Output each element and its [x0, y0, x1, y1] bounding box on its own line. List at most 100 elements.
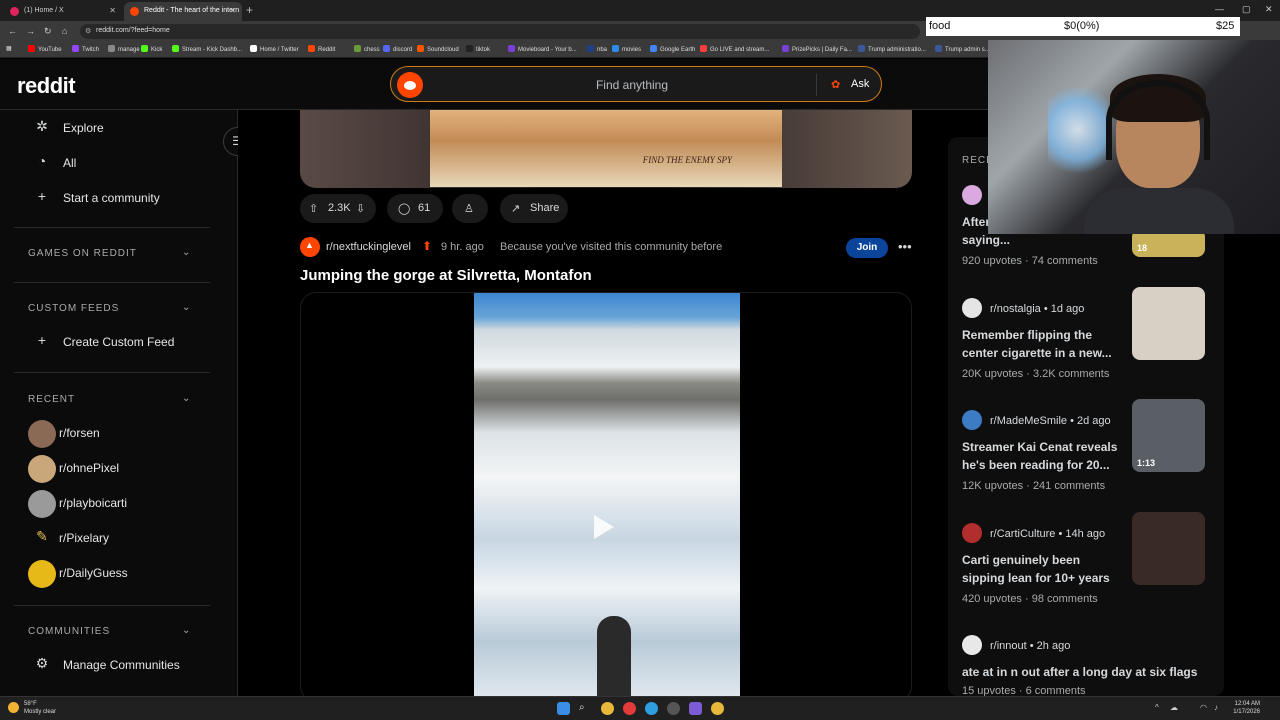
- join-button[interactable]: Join: [846, 238, 888, 258]
- chrome-icon[interactable]: [711, 702, 724, 715]
- reddit-logo[interactable]: reddit: [17, 73, 76, 99]
- more-options-icon[interactable]: •••: [898, 239, 912, 254]
- recent-post-card[interactable]: r/nostalgia • 1d ago Remember flipping t…: [948, 287, 1224, 410]
- play-icon[interactable]: [594, 515, 614, 539]
- apps-icon[interactable]: ▦: [6, 45, 12, 52]
- bookmark-favicon-icon: [172, 45, 179, 52]
- award-button[interactable]: ♙: [452, 194, 488, 223]
- bookmark-item[interactable]: YouTube: [28, 45, 62, 53]
- bookmark-item[interactable]: movies: [612, 45, 641, 53]
- close-icon[interactable]: ✕: [109, 6, 116, 15]
- forward-icon[interactable]: →: [26, 26, 35, 36]
- bookmark-item[interactable]: tiktok: [466, 45, 490, 53]
- avatar: [962, 523, 982, 543]
- bookmark-item[interactable]: Reddit: [308, 45, 335, 53]
- start-icon[interactable]: [557, 702, 570, 715]
- url-input[interactable]: ⚙ reddit.com/?feed=home: [80, 24, 920, 39]
- bookmark-item[interactable]: chess: [354, 45, 380, 53]
- bookmark-item[interactable]: Kick: [141, 45, 162, 53]
- bookmark-item[interactable]: Google Earth: [650, 45, 695, 53]
- tab-x-home[interactable]: (1) Home / X ✕: [4, 2, 122, 21]
- bookmark-item[interactable]: Movieboard - Your b...: [508, 45, 577, 53]
- bookmark-item[interactable]: PrizePicks | Daily Fa...: [782, 45, 852, 53]
- minimize-icon[interactable]: —: [1215, 4, 1224, 14]
- chevron-down-icon[interactable]: ⌄: [182, 393, 190, 404]
- post-media-carousel[interactable]: FIND THE ENEMY SPY: [300, 110, 912, 188]
- bookmark-item[interactable]: Stream - Kick Dashb...: [172, 45, 242, 53]
- new-tab-button[interactable]: +: [246, 3, 253, 17]
- system-clock[interactable]: 12:04 AM 1/17/2026: [1232, 700, 1260, 716]
- recent-post-stats: 12K upvotes · 241 comments: [962, 480, 1106, 492]
- post-title[interactable]: Jumping the gorge at Silvretta, Montafon: [300, 267, 592, 284]
- share-button[interactable]: ↗ Share: [500, 194, 568, 223]
- ask-button[interactable]: Ask: [851, 78, 869, 90]
- avatar: [28, 490, 56, 518]
- section-games-on-reddit[interactable]: GAMES ON REDDIT: [28, 248, 137, 259]
- snowboard: [597, 616, 631, 696]
- answers-icon[interactable]: ✿: [831, 78, 840, 91]
- back-icon[interactable]: ←: [8, 26, 17, 36]
- post-meta: r/nextfuckinglevel ⬆ 9 hr. ago Because y…: [300, 236, 912, 260]
- avatar: [28, 455, 56, 483]
- bookmark-favicon-icon: [508, 45, 515, 52]
- bookmark-favicon-icon: [650, 45, 657, 52]
- bookmark-favicon-icon: [250, 45, 257, 52]
- close-icon[interactable]: ✕: [229, 6, 236, 15]
- bookmark-item[interactable]: Soundcloud: [417, 45, 459, 53]
- avatar: [962, 635, 982, 655]
- downvote-icon[interactable]: ⇩: [356, 202, 365, 215]
- comments-button[interactable]: ◯ 61: [387, 194, 443, 223]
- reload-icon[interactable]: ↻: [44, 26, 52, 37]
- app-icon[interactable]: [667, 702, 680, 715]
- recent-post-card[interactable]: r/innout • 2h ago ate at in n out after …: [948, 635, 1224, 696]
- maximize-icon[interactable]: ▢: [1242, 4, 1251, 15]
- bookmark-item[interactable]: Home / Twitter: [250, 45, 299, 53]
- tab-reddit[interactable]: Reddit - The heart of the intern ✕: [124, 2, 242, 21]
- section-custom-feeds[interactable]: CUSTOM FEEDS: [28, 303, 119, 314]
- search-icon[interactable]: ⌕: [579, 702, 592, 715]
- site-info-icon[interactable]: ⚙: [85, 27, 91, 35]
- wifi-icon[interactable]: ◠: [1200, 703, 1207, 712]
- home-icon[interactable]: ⌂: [62, 26, 67, 36]
- subreddit-avatar[interactable]: [300, 237, 320, 257]
- discord-icon[interactable]: [689, 702, 702, 715]
- recent-post-stats: 420 upvotes · 98 comments: [962, 593, 1098, 605]
- close-window-icon[interactable]: ✕: [1265, 4, 1273, 15]
- clock-date: 1/17/2026: [1233, 709, 1260, 715]
- explore-icon: ✲: [36, 118, 48, 134]
- bookmark-favicon-icon: [308, 45, 315, 52]
- sidebar-item-label: r/DailyGuess: [59, 566, 128, 580]
- video-player[interactable]: [300, 292, 912, 696]
- chevron-up-icon[interactable]: ^: [1155, 703, 1159, 712]
- chevron-down-icon[interactable]: ⌄: [182, 302, 190, 313]
- webcam-overlay: [988, 40, 1280, 234]
- search-input[interactable]: Find anything ✿ Ask: [390, 66, 882, 102]
- subreddit-link[interactable]: r/nextfuckinglevel: [326, 241, 411, 253]
- bookmark-favicon-icon: [108, 45, 115, 52]
- media-icon[interactable]: [623, 702, 636, 715]
- volume-icon[interactable]: ♪: [1214, 703, 1218, 712]
- bookmark-item[interactable]: Trump admin s...: [935, 45, 990, 53]
- section-recent[interactable]: RECENT: [28, 394, 75, 405]
- edge-icon[interactable]: [645, 702, 658, 715]
- network-icon[interactable]: ☁: [1170, 703, 1178, 712]
- bookmark-item[interactable]: Twitch: [72, 45, 99, 53]
- bookmark-item[interactable]: discord: [383, 45, 412, 53]
- chrome-icon[interactable]: [601, 702, 614, 715]
- upvote-icon[interactable]: ⇧: [309, 202, 318, 215]
- bookmark-item[interactable]: Trump administratio...: [858, 45, 926, 53]
- bookmark-label: manage: [118, 47, 140, 53]
- recent-post-stats: 20K upvotes · 3.2K comments: [962, 368, 1110, 380]
- bookmark-item[interactable]: Go LIVE and stream...: [700, 45, 769, 53]
- chevron-down-icon[interactable]: ⌄: [182, 625, 190, 636]
- chevron-down-icon[interactable]: ⌄: [182, 247, 190, 258]
- weather-widget[interactable]: 58°F Mostly clear: [8, 700, 56, 716]
- recent-post-title: Remember flipping the center cigarette i…: [962, 328, 1112, 360]
- section-communities[interactable]: COMMUNITIES: [28, 626, 110, 637]
- recent-post-card[interactable]: r/CartiCulture • 14h ago Carti genuinely…: [948, 512, 1224, 635]
- bookmark-item[interactable]: nba: [587, 45, 607, 53]
- moon-icon: [8, 702, 19, 713]
- recent-post-card[interactable]: r/MadeMeSmile • 2d ago Streamer Kai Cena…: [948, 399, 1224, 522]
- all-icon: ◔: [37, 153, 47, 169]
- bookmark-item[interactable]: manage: [108, 45, 140, 53]
